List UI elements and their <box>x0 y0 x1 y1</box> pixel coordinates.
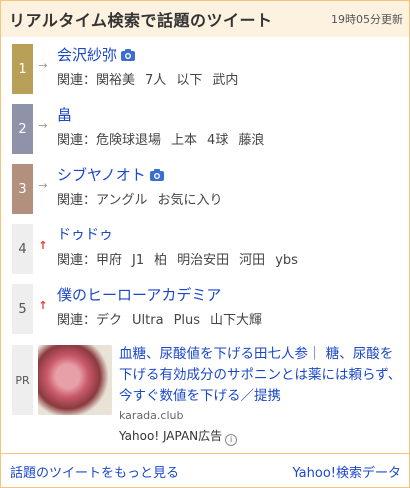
widget-footer: 話題のツイートをもっと見る Yahoo!検索データ <box>1 453 409 487</box>
related-term: 甲府 <box>96 253 123 268</box>
related-term: 柏 <box>154 253 168 268</box>
related-term: お気に入り <box>157 193 223 208</box>
related-term: 以下 <box>176 73 203 88</box>
trend-title-link[interactable]: 会沢紗弥 <box>57 44 136 65</box>
related-label: 関連： <box>57 253 97 268</box>
related-term: 藤浪 <box>238 133 265 148</box>
related-term: デク <box>96 313 123 328</box>
rank-badge: 2 <box>12 104 33 154</box>
trend-title-link[interactable]: シブヤノオト <box>57 164 164 185</box>
related-term: 危険球退場 <box>96 133 162 148</box>
arrow-right-icon: → <box>38 119 48 132</box>
arrow-up-icon: ↑ <box>38 299 48 312</box>
related-term: 7人 <box>145 73 167 88</box>
rank-badge: 1 <box>12 44 33 94</box>
updated-time: 19時05分更新 <box>331 13 403 26</box>
arrow-up-icon: ↑ <box>38 239 48 252</box>
trend-title-link[interactable]: 僕のヒーローアカデミア <box>57 284 221 305</box>
ranking-row: 4 ↑ ドゥドゥ 関連：甲府 J1 柏明治安田 河田 ybs <box>9 221 403 281</box>
related-label: 関連： <box>57 133 97 148</box>
trend-title-link[interactable]: ドゥドゥ <box>57 224 113 244</box>
related-term: 4球 <box>207 133 229 148</box>
ad-thumbnail[interactable] <box>38 345 112 415</box>
related-terms: 関連：関裕美 7人 以下 武内 <box>57 69 248 88</box>
ranking-row: 3 → シブヤノオト 関連：アングル お気に入り <box>9 161 403 221</box>
related-term: Plus <box>173 313 201 328</box>
related-terms: 関連：デク Ultra Plus 山下大輝 <box>57 309 272 328</box>
yahoo-search-data-link[interactable]: Yahoo!検索データ <box>293 462 401 481</box>
ranking-list: 1 → 会沢紗弥 関連：関裕美 7人 以下 武内 2 → 畠 関連：危険球退場 上本 4球… <box>9 41 403 341</box>
related-label: 関連： <box>57 73 97 88</box>
related-term: 上本 <box>171 133 198 148</box>
trend-title: 会沢紗弥 <box>57 46 118 64</box>
sponsored-ad[interactable]: PR 血糖、尿酸値を下げる田七人参｜ 糖、尿酸を下げる有効成分のサポニンとは薬に… <box>9 341 403 447</box>
related-terms: 関連：危険球退場 上本 4球 藤浪 <box>57 129 274 148</box>
related-term: アングル <box>96 193 148 208</box>
pr-badge: PR <box>12 345 33 415</box>
ad-headline-link[interactable]: 血糖、尿酸値を下げる田七人参｜ 糖、尿酸を下げる有効成分のサポニンとは薬には頼ら… <box>119 344 403 407</box>
related-label: 関連： <box>57 313 97 328</box>
info-icon[interactable]: i <box>225 434 238 446</box>
related-label: 関連： <box>57 193 97 208</box>
trend-title: 畠 <box>57 106 73 124</box>
related-term: J1 <box>132 253 145 268</box>
widget-title: リアルタイム検索で話題のツイート <box>9 11 273 30</box>
trend-title-link[interactable]: 畠 <box>57 104 72 125</box>
rank-badge: 3 <box>12 164 33 214</box>
trending-tweets-widget: リアルタイム検索で話題のツイート 19時05分更新 1 → 会沢紗弥 関連：関裕… <box>0 0 410 488</box>
trend-title: シブヤノオト <box>57 166 146 184</box>
widget-header: リアルタイム検索で話題のツイート 19時05分更新 <box>1 1 409 37</box>
related-term: 山下大輝 <box>210 313 263 328</box>
arrow-right-icon: → <box>38 59 48 72</box>
related-term: 明治安田 <box>177 253 230 268</box>
trend-title: 僕のヒーローアカデミア <box>57 286 222 304</box>
related-terms: 関連：アングル お気に入り <box>57 189 233 208</box>
ranking-row: 2 → 畠 関連：危険球退場 上本 4球 藤浪 <box>9 101 403 161</box>
camera-icon <box>149 167 164 185</box>
related-term: 武内 <box>212 73 239 88</box>
related-term: 河田 <box>239 253 266 268</box>
trend-title: ドゥドゥ <box>57 227 113 243</box>
arrow-right-icon: → <box>38 179 48 192</box>
related-terms: 関連：甲府 J1 柏明治安田 河田 ybs <box>57 249 308 268</box>
sponsor-label: Yahoo! JAPAN広告 <box>119 429 223 443</box>
rank-badge: 5 <box>12 284 33 334</box>
related-term: Ultra <box>132 313 164 328</box>
related-term: 関裕美 <box>96 73 136 88</box>
more-tweets-link[interactable]: 話題のツイートをもっと見る <box>10 462 179 481</box>
camera-icon <box>121 47 136 65</box>
rank-badge: 4 <box>12 224 33 274</box>
ranking-row: 1 → 会沢紗弥 関連：関裕美 7人 以下 武内 <box>9 41 403 101</box>
ranking-row: 5 ↑ 僕のヒーローアカデミア 関連：デク Ultra Plus 山下大輝 <box>9 281 403 341</box>
related-term: ybs <box>275 253 298 268</box>
ad-domain: karada.club <box>119 409 184 422</box>
ad-sponsor: Yahoo! JAPAN広告 i <box>119 427 238 446</box>
